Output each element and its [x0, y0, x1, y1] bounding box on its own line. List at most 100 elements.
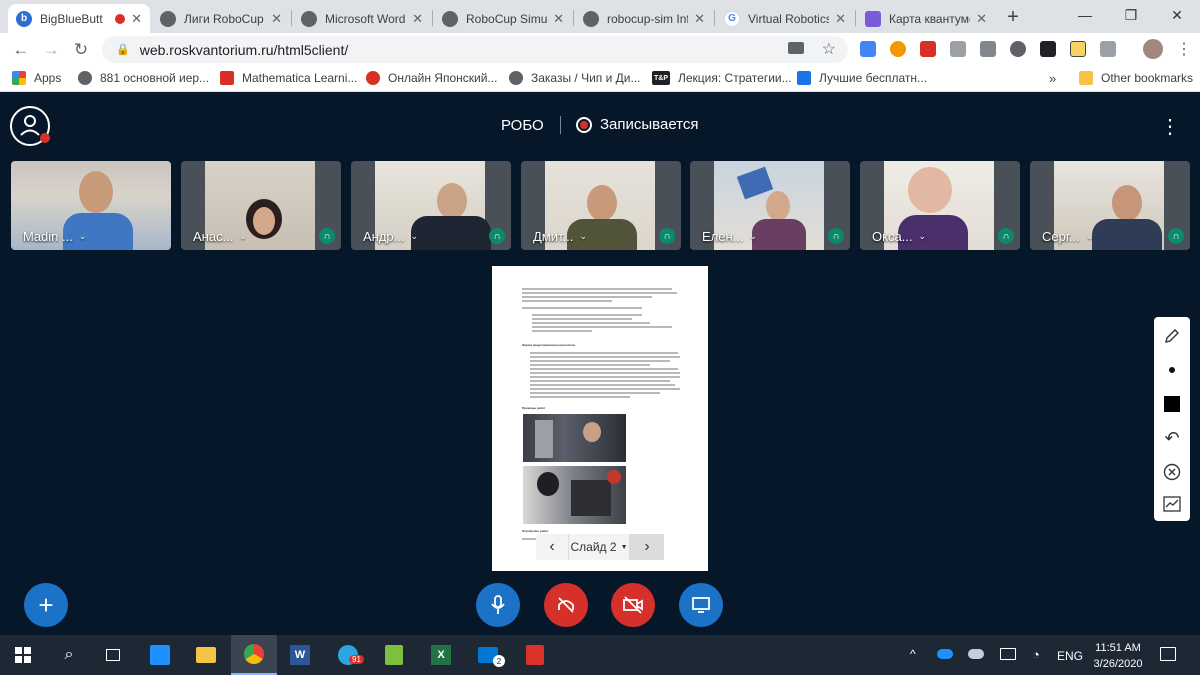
bookmark-5[interactable]: T&P Лекция: Стратегии...	[652, 71, 792, 85]
briefcase-extension-icon[interactable]	[950, 41, 966, 57]
calendar-app-icon[interactable]	[137, 635, 183, 675]
webcam-tile[interactable]: Андр... ⌄ ∩	[351, 161, 511, 250]
previous-slide-button[interactable]: ‹	[536, 534, 568, 560]
reload-button[interactable]: ↻	[70, 39, 92, 61]
webcam-tile[interactable]: Елен... ⌄ ∩	[690, 161, 850, 250]
recording-indicator[interactable]: Записывается	[576, 116, 699, 133]
options-menu-icon[interactable]: ⋮	[1160, 114, 1180, 139]
next-slide-button[interactable]: ›	[630, 534, 664, 560]
telegram-taskbar-icon[interactable]: 91	[325, 635, 371, 675]
bookmark-3[interactable]: Онлайн Японский...	[366, 71, 497, 85]
acrobat-taskbar-icon[interactable]	[512, 635, 558, 675]
close-tab-icon[interactable]: ✕	[412, 11, 423, 27]
os-extension-icon[interactable]	[980, 41, 996, 57]
undo-icon[interactable]: ↶	[1155, 421, 1189, 455]
tab-robocup-sim-info[interactable]: robocup-sim Inf ✕	[575, 4, 713, 33]
chevron-down-icon[interactable]: ⌄	[411, 231, 419, 242]
share-webcam-button[interactable]	[611, 583, 655, 627]
file-explorer-icon[interactable]	[183, 635, 229, 675]
notification-center-icon[interactable]	[1160, 647, 1176, 661]
search-icon[interactable]: ⌕	[46, 635, 92, 675]
language-indicator[interactable]: ENG	[1057, 649, 1083, 663]
browser-menu-icon[interactable]: ⋮	[1176, 39, 1192, 59]
close-tab-icon[interactable]: ✕	[976, 11, 987, 27]
bookmark-star-icon[interactable]: ☆	[822, 39, 836, 59]
dv-extension-icon[interactable]	[1070, 41, 1086, 57]
download-icon	[797, 71, 811, 85]
headphones-icon: ∩	[998, 228, 1014, 244]
tab-strip: b BigBlueButt ✕ Лиги RoboCup ✕ Microsoft…	[0, 0, 1200, 33]
webcam-tile[interactable]: Серг... ⌄ ∩	[1030, 161, 1190, 250]
tab-robocup-simulation[interactable]: RoboCup Simul ✕	[434, 4, 572, 33]
cloud-icon[interactable]	[968, 649, 984, 659]
close-tab-icon[interactable]: ✕	[131, 11, 142, 27]
tab-bigbluebutton[interactable]: b BigBlueButt ✕	[8, 4, 150, 33]
battery-icon[interactable]	[1000, 648, 1016, 660]
camera-icon[interactable]	[788, 42, 804, 54]
word-taskbar-icon[interactable]: W	[277, 635, 323, 675]
tab-extension-icon[interactable]	[1040, 41, 1056, 57]
chevron-down-icon[interactable]: ⌄	[579, 231, 587, 242]
mail-taskbar-icon[interactable]: 2	[465, 635, 511, 675]
bookmark-apps[interactable]: Apps	[12, 71, 61, 85]
webcam-tile[interactable]: Madin ... ⌄	[11, 161, 171, 250]
leave-audio-button[interactable]	[544, 583, 588, 627]
clock[interactable]: 11:51 AM 3/26/2020	[1090, 640, 1146, 672]
translate-extension-icon[interactable]	[860, 41, 876, 57]
profile-avatar[interactable]	[1143, 39, 1163, 59]
globe-icon	[583, 10, 599, 27]
wifi-icon[interactable]: ◔	[1032, 647, 1040, 662]
forward-button[interactable]: →	[40, 39, 62, 61]
share-screen-button[interactable]	[679, 583, 723, 627]
thickness-tool-icon[interactable]	[1155, 353, 1189, 387]
onedrive-icon[interactable]	[937, 649, 953, 659]
clear-annotations-icon[interactable]	[1155, 455, 1189, 489]
webcam-tile[interactable]: Дмит... ⌄ ∩	[521, 161, 681, 250]
chrome-taskbar-icon[interactable]	[231, 635, 277, 675]
new-tab-button[interactable]: +	[1001, 5, 1025, 29]
bookmark-2[interactable]: Mathematica Learni...	[220, 71, 357, 85]
microphone-button[interactable]	[476, 583, 520, 627]
fire-extension-icon[interactable]	[890, 41, 906, 57]
address-bar[interactable]: 🔒 web.roskvantorium.ru/html5client/ ☆	[102, 36, 848, 63]
tab-quantum-map[interactable]: Карта квантумс ✕	[857, 4, 995, 33]
folder-icon	[1079, 71, 1093, 85]
restore-button[interactable]: ❐	[1108, 0, 1154, 30]
refresh-extension-icon[interactable]	[1010, 41, 1026, 57]
bookmark-1[interactable]: 881 основной иер...	[78, 71, 209, 85]
bookmarks-overflow[interactable]: »	[1049, 71, 1056, 86]
pencil-tool-icon[interactable]	[1155, 319, 1189, 353]
adblock-extension-icon[interactable]	[920, 41, 936, 57]
tab-virtual-robotics[interactable]: G Virtual Robotics ✕	[716, 4, 854, 33]
show-hidden-icons[interactable]: ^	[910, 647, 916, 661]
chevron-down-icon[interactable]: ⌄	[239, 231, 247, 242]
back-button[interactable]: ←	[10, 39, 32, 61]
close-tab-icon[interactable]: ✕	[694, 11, 705, 27]
chevron-down-icon[interactable]: ⌄	[919, 231, 927, 242]
actions-button[interactable]: +	[24, 583, 68, 627]
webcam-tile[interactable]: Окса... ⌄ ∩	[860, 161, 1020, 250]
user-list-toggle[interactable]	[10, 106, 50, 146]
notepad-taskbar-icon[interactable]	[371, 635, 417, 675]
minimize-button[interactable]: —	[1062, 0, 1108, 30]
tab-robocup-leagues[interactable]: Лиги RoboCup ✕	[152, 4, 290, 33]
close-tab-icon[interactable]: ✕	[553, 11, 564, 27]
close-tab-icon[interactable]: ✕	[271, 11, 282, 27]
color-tool-icon[interactable]	[1155, 387, 1189, 421]
task-view-icon[interactable]	[90, 635, 136, 675]
close-window-button[interactable]: ✕	[1154, 0, 1200, 30]
chevron-down-icon[interactable]: ⌄	[79, 231, 87, 242]
webcam-tile[interactable]: Анас... ⌄ ∩	[181, 161, 341, 250]
bookmark-4[interactable]: Заказы / Чип и Ди...	[509, 71, 641, 85]
windows-start-icon[interactable]	[0, 635, 46, 675]
cast-extension-icon[interactable]	[1100, 41, 1116, 57]
excel-taskbar-icon[interactable]: X	[418, 635, 464, 675]
multi-user-icon[interactable]	[1155, 487, 1189, 521]
other-bookmarks[interactable]: Other bookmarks	[1079, 71, 1193, 85]
tab-microsoft-word[interactable]: Microsoft Word ✕	[293, 4, 431, 33]
bookmark-6[interactable]: Лучшие бесплатн...	[797, 71, 927, 85]
chevron-down-icon[interactable]: ⌄	[750, 231, 758, 242]
close-tab-icon[interactable]: ✕	[835, 11, 846, 27]
slide-select[interactable]: Слайд 2 ▼	[568, 534, 630, 560]
chevron-down-icon[interactable]: ⌄	[1086, 231, 1094, 242]
